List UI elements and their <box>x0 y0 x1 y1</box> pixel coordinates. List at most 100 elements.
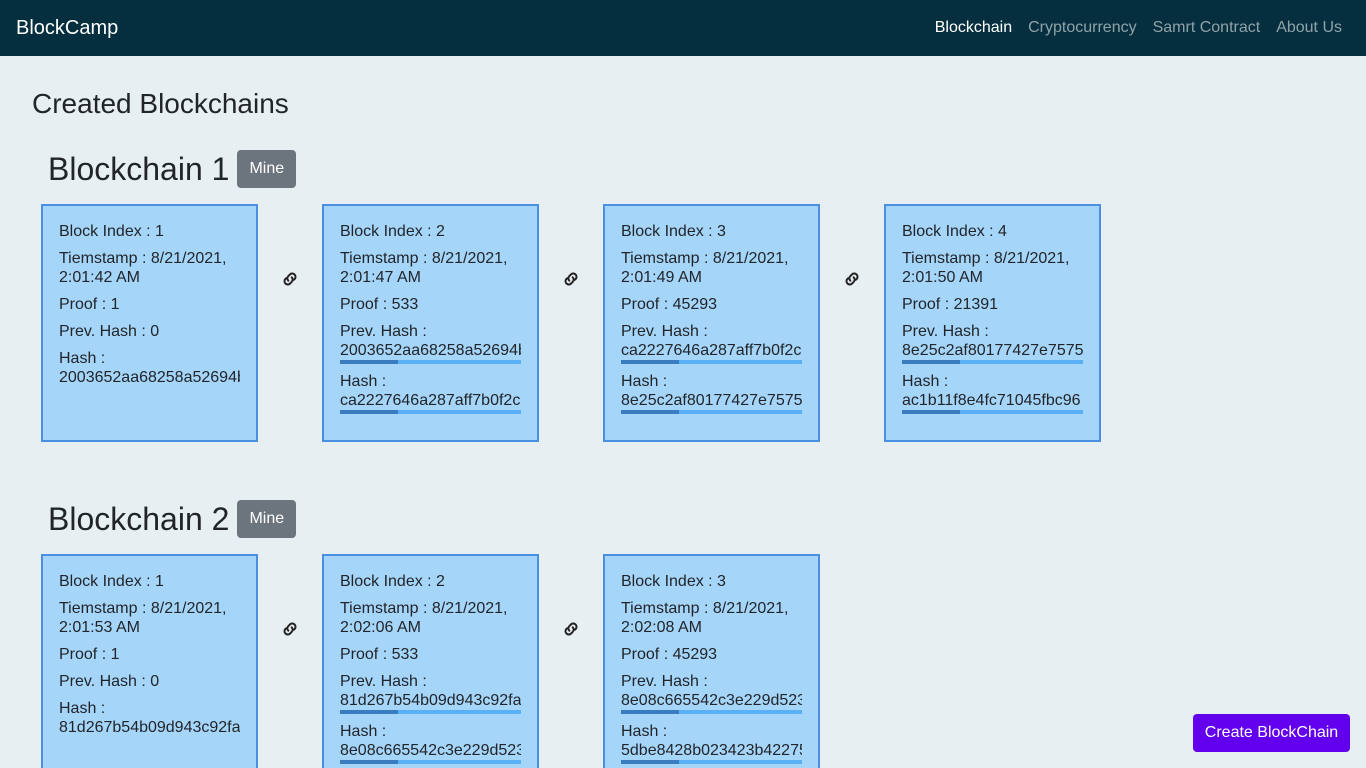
block-prev-hash: Prev. Hash : 8e08c665542c3e229d523 <box>621 672 802 714</box>
timestamp-label: Tiemstamp : <box>340 600 432 617</box>
scrollbar-thumb[interactable] <box>621 410 679 414</box>
prev-hash-label: Prev. Hash : <box>340 673 427 690</box>
horizontal-scrollbar[interactable] <box>340 360 521 364</box>
timestamp-time: 2:01:49 AM <box>621 269 702 286</box>
block-proof: Proof : 45293 <box>621 645 802 664</box>
horizontal-scrollbar[interactable] <box>621 360 802 364</box>
block-index: Block Index : 2 <box>340 222 521 241</box>
hash-value: ac1b11f8e4fc71045fbc96 <box>902 392 1081 409</box>
proof-value: 1 <box>110 296 120 313</box>
block-hash: Hash : ac1b11f8e4fc71045fbc96 <box>902 372 1083 414</box>
block-timestamp: Tiemstamp : 8/21/2021, 2:01:49 AM <box>621 249 802 287</box>
mine-button[interactable]: Mine <box>237 150 297 188</box>
blocks-row: Block Index : 1 Tiemstamp : 8/21/2021, 2:0… <box>41 204 1101 442</box>
block-index: Block Index : 4 <box>902 222 1083 241</box>
link-icon <box>820 204 884 354</box>
block-index: Block Index : 3 <box>621 222 802 241</box>
block-card: Block Index : 1 Tiemstamp : 8/21/2021, 2:0… <box>41 204 258 442</box>
proof-value: 533 <box>391 296 419 313</box>
block-hash: Hash : ca2227646a287aff7b0f2c <box>340 372 521 414</box>
link-icon <box>258 554 322 704</box>
brand-logo-text[interactable]: BlockCamp <box>16 17 118 40</box>
block-index: Block Index : 2 <box>340 572 521 591</box>
hash-label: Hash : <box>59 350 106 367</box>
nav-link-about-us[interactable]: About Us <box>1276 19 1342 37</box>
prev-hash-label: Prev. Hash : <box>59 673 151 690</box>
prev-hash-value: 8e25c2af80177427e7575 <box>902 342 1083 359</box>
block-timestamp: Tiemstamp : 8/21/2021, 2:01:47 AM <box>340 249 521 287</box>
horizontal-scrollbar[interactable] <box>340 410 521 414</box>
horizontal-scrollbar[interactable] <box>621 410 802 414</box>
timestamp-date: 8/21/2021, <box>993 250 1070 267</box>
block-proof: Proof : 533 <box>340 295 521 314</box>
prev-hash-label: Prev. Hash : <box>621 323 708 340</box>
mine-button[interactable]: Mine <box>237 500 297 538</box>
timestamp-date: 8/21/2021, <box>150 600 227 617</box>
timestamp-label: Tiemstamp : <box>59 600 151 617</box>
nav-link-smart-contract[interactable]: Samrt Contract <box>1153 19 1261 37</box>
create-blockchain-button[interactable]: Create BlockChain <box>1193 714 1350 752</box>
block-index-label: Block Index : <box>59 573 156 590</box>
block-index-value: 2 <box>436 573 445 590</box>
proof-value: 45293 <box>672 296 718 313</box>
blocks-row: Block Index : 1 Tiemstamp : 8/21/2021, 2:0… <box>41 554 820 768</box>
scrollbar-thumb[interactable] <box>621 360 679 364</box>
scrollbar-thumb[interactable] <box>340 710 398 714</box>
scrollbar-thumb[interactable] <box>621 710 679 714</box>
block-prev-hash: Prev. Hash : 2003652aa68258a52694b <box>340 322 521 364</box>
block-prev-hash: Prev. Hash : 8e25c2af80177427e7575 <box>902 322 1083 364</box>
block-index: Block Index : 1 <box>59 222 240 241</box>
hash-label: Hash : <box>621 723 668 740</box>
prev-hash-value: 0 <box>150 673 160 690</box>
prev-hash-label: Prev. Hash : <box>902 323 989 340</box>
scrollbar-thumb[interactable] <box>340 360 398 364</box>
scrollbar-thumb[interactable] <box>902 360 960 364</box>
hash-value: 8e25c2af80177427e7575 <box>621 392 802 409</box>
block-index-value: 2 <box>436 223 445 240</box>
proof-label: Proof : <box>340 646 392 663</box>
horizontal-scrollbar[interactable] <box>340 760 521 764</box>
block-index-value: 4 <box>998 223 1007 240</box>
block-hash: Hash : 5dbe8428b023423b42275 <box>621 722 802 764</box>
block-index-value: 1 <box>155 573 164 590</box>
blockchain-section: Blockchain 2 Mine Block Index : 1 Tiemstamp… <box>0 500 1366 768</box>
scrollbar-thumb[interactable] <box>340 760 398 764</box>
scrollbar-thumb[interactable] <box>340 410 398 414</box>
block-prev-hash: Prev. Hash : 0 <box>59 322 240 341</box>
block-proof: Proof : 45293 <box>621 295 802 314</box>
prev-hash-label: Prev. Hash : <box>621 673 708 690</box>
horizontal-scrollbar[interactable] <box>340 710 521 714</box>
block-timestamp: Tiemstamp : 8/21/2021, 2:01:42 AM <box>59 249 240 287</box>
scrollbar-thumb[interactable] <box>902 410 960 414</box>
nav-link-blockchain[interactable]: Blockchain <box>935 19 1012 37</box>
timestamp-date: 8/21/2021, <box>712 600 789 617</box>
block-index: Block Index : 3 <box>621 572 802 591</box>
horizontal-scrollbar[interactable] <box>902 360 1083 364</box>
prev-hash-value: 8e08c665542c3e229d523 <box>621 692 802 709</box>
block-index-value: 3 <box>717 573 726 590</box>
timestamp-label: Tiemstamp : <box>902 250 994 267</box>
blockchain-section: Blockchain 1 Mine Block Index : 1 Tiemstamp… <box>0 150 1366 450</box>
horizontal-scrollbar[interactable] <box>621 760 802 764</box>
horizontal-scrollbar[interactable] <box>902 410 1083 414</box>
horizontal-scrollbar[interactable] <box>621 710 802 714</box>
hash-label: Hash : <box>59 700 106 717</box>
scrollbar-thumb[interactable] <box>621 760 679 764</box>
proof-label: Proof : <box>59 296 111 313</box>
hash-value: 5dbe8428b023423b42275 <box>621 742 802 759</box>
hash-value: 81d267b54b09d943c92fa <box>59 719 240 736</box>
prev-hash-value: 2003652aa68258a52694b <box>340 342 521 359</box>
timestamp-label: Tiemstamp : <box>340 250 432 267</box>
block-timestamp: Tiemstamp : 8/21/2021, 2:01:53 AM <box>59 599 240 637</box>
block-index-value: 1 <box>155 223 164 240</box>
block-index-label: Block Index : <box>59 223 156 240</box>
block-proof: Proof : 1 <box>59 645 240 664</box>
nav-link-cryptocurrency[interactable]: Cryptocurrency <box>1028 19 1136 37</box>
hash-value: ca2227646a287aff7b0f2c <box>340 392 521 409</box>
link-icon <box>539 554 603 704</box>
block-card: Block Index : 4 Tiemstamp : 8/21/2021, 2:0… <box>884 204 1101 442</box>
timestamp-time: 2:02:06 AM <box>340 619 421 636</box>
block-prev-hash: Prev. Hash : ca2227646a287aff7b0f2c <box>621 322 802 364</box>
blockchain-header: Blockchain 2 Mine <box>48 500 297 538</box>
timestamp-label: Tiemstamp : <box>621 600 713 617</box>
